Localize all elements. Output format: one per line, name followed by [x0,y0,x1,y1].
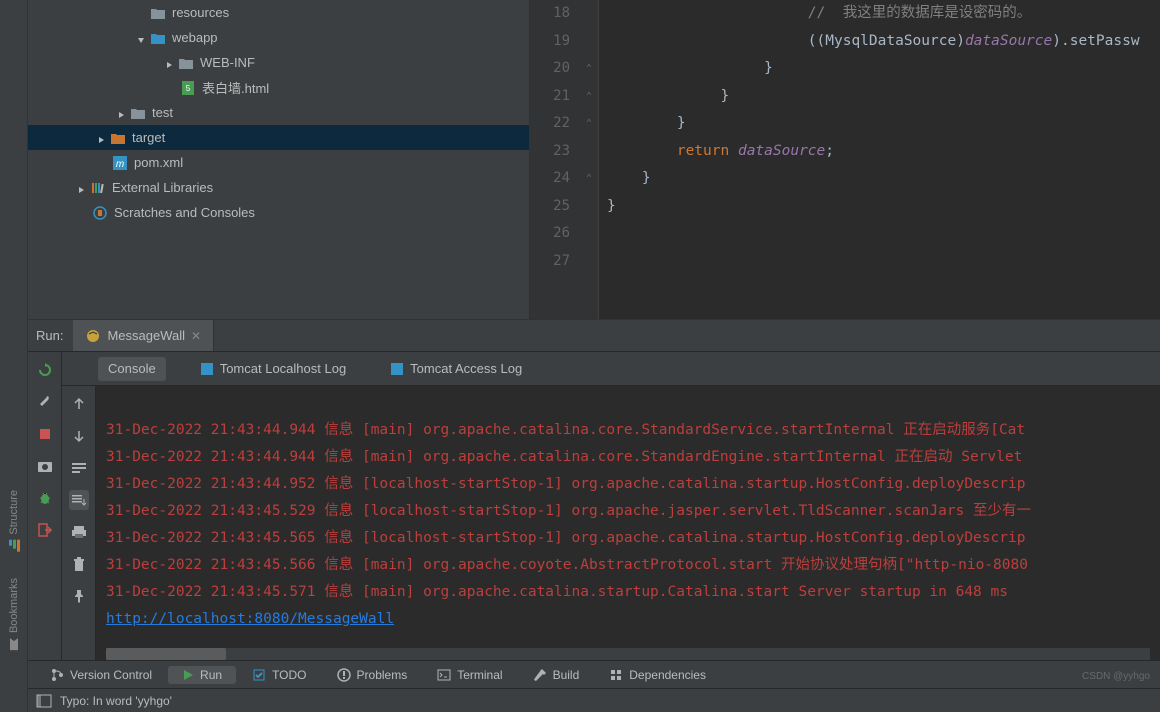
stop-button[interactable] [35,424,55,444]
run-label: Run: [28,328,73,343]
tree-label: WEB-INF [200,55,255,70]
rerun-button[interactable] [35,360,55,380]
libraries-icon [90,180,106,196]
line-number-gutter: 18 19 20 21 22 23 24 25 26 27 [530,0,580,319]
project-tree[interactable]: resources webapp WEB-INF 5表白墙.html test … [28,0,530,319]
code-content[interactable]: // 我这里的数据库是设密码的。 ((MysqlDataSource)dataS… [598,0,1160,319]
run-config-tab[interactable]: MessageWall ✕ [73,320,214,351]
folder-icon [178,55,194,71]
wrench-button[interactable] [35,392,55,412]
tree-item-scratches[interactable]: Scratches and Consoles [28,200,529,225]
console-tab[interactable]: Console [98,357,166,381]
tree-label: test [152,105,173,120]
maven-file-icon: m [112,155,128,171]
scratches-icon [92,205,108,221]
tree-label: 表白墙.html [202,78,269,97]
scroll-to-end-button[interactable] [69,490,89,510]
collapse-arrow-icon[interactable] [164,58,174,68]
tree-label: Scratches and Consoles [114,205,255,220]
tree-item-pom[interactable]: m pom.xml [28,150,529,175]
watermark: CSDN @yyhgo [1082,671,1150,682]
bug-update-button[interactable] [35,488,55,508]
bottom-tool-bar: Version Control Run TODO Problems Termin… [28,660,1160,688]
vcs-icon [50,668,64,682]
bookmarks-tool[interactable]: Bookmarks [6,578,22,652]
tree-item-html[interactable]: 5 表白墙.html [28,75,529,100]
left-tool-window-bar[interactable]: Structure Bookmarks [0,0,28,712]
html-file-icon: 5 [180,80,196,96]
expand-arrow-icon[interactable] [136,33,146,43]
problems-tool[interactable]: Problems [323,666,422,684]
play-icon [182,669,194,681]
web-folder-icon [150,30,166,46]
console-tabs: Console Tomcat Localhost Log Tomcat Acce… [62,352,1160,386]
hammer-icon [533,668,547,682]
exit-button[interactable] [35,520,55,540]
status-icon[interactable] [36,694,52,708]
localhost-log-tab[interactable]: Tomcat Localhost Log [190,357,356,381]
tree-label: pom.xml [134,155,183,170]
tree-item-test[interactable]: test [28,100,529,125]
pin-button[interactable] [69,586,89,606]
server-url-link[interactable]: http://localhost:8080/MessageWall [106,611,394,627]
collapse-arrow-icon[interactable] [96,133,106,143]
collapse-arrow-icon[interactable] [116,108,126,118]
run-panel-header: Run: MessageWall ✕ [28,320,1160,352]
run-tool[interactable]: Run [168,666,236,684]
version-control-tool[interactable]: Version Control [36,666,166,684]
tomcat-icon [85,328,101,344]
tree-item-resources[interactable]: resources [28,0,529,25]
dependencies-tool[interactable]: Dependencies [595,666,720,684]
build-tool[interactable]: Build [519,666,594,684]
folder-icon [130,105,146,121]
fold-gutter[interactable]: ⌃ ⌃ ⌃ ⌃ [580,0,598,319]
horizontal-scrollbar[interactable] [106,648,1150,660]
status-bar: Typo: In word 'yyhgo' [28,688,1160,712]
terminal-tool[interactable]: Terminal [423,666,516,684]
scroll-up-button[interactable] [69,394,89,414]
log-icon [390,362,404,376]
problems-icon [337,668,351,682]
collapse-arrow-icon[interactable] [76,183,86,193]
tree-label: target [132,130,165,145]
tree-item-libraries[interactable]: External Libraries [28,175,529,200]
access-log-tab[interactable]: Tomcat Access Log [380,357,532,381]
run-tab-label: MessageWall [107,328,185,343]
tree-label: resources [172,5,229,20]
structure-tool[interactable]: Structure [6,490,22,554]
todo-tool[interactable]: TODO [238,666,320,684]
close-tab-icon[interactable]: ✕ [191,329,201,343]
todo-icon [252,668,266,682]
terminal-icon [437,669,451,681]
svg-text:5: 5 [186,84,191,93]
tree-label: webapp [172,30,218,45]
run-toolbar-left [28,352,62,660]
tree-item-target[interactable]: target [28,125,529,150]
tree-label: External Libraries [112,180,213,195]
clear-button[interactable] [69,554,89,574]
folder-icon [150,5,166,21]
code-editor[interactable]: 18 19 20 21 22 23 24 25 26 27 ⌃ ⌃ ⌃ ⌃ [530,0,1160,319]
tree-item-webinf[interactable]: WEB-INF [28,50,529,75]
console-toolbar [62,386,96,660]
console-output[interactable]: 31-Dec-2022 21:43:44.944 信息 [main] org.a… [96,386,1160,644]
log-icon [200,362,214,376]
status-message: Typo: In word 'yyhgo' [60,694,172,708]
target-folder-icon [110,130,126,146]
deps-icon [609,668,623,682]
svg-text:m: m [116,159,124,170]
camera-button[interactable] [35,456,55,476]
print-button[interactable] [69,522,89,542]
scroll-down-button[interactable] [69,426,89,446]
soft-wrap-button[interactable] [69,458,89,478]
tree-item-webapp[interactable]: webapp [28,25,529,50]
